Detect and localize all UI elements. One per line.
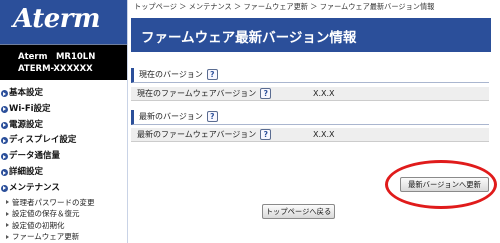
sidebar: Aterm Aterm MR10LN ATERM-XXXXXX 基本設定 Wi-…	[0, 0, 127, 243]
device-id: ATERM-XXXXXX	[18, 64, 93, 74]
main-content: トップページ ＞ メンテナンス ＞ ファームウェア更新 ＞ ファームウェア最新バ…	[127, 0, 500, 243]
menu-item-maintenance[interactable]: メンテナンス	[0, 181, 127, 197]
aterm-logo: Aterm	[13, 4, 100, 34]
circle-arrow-icon	[1, 168, 8, 176]
circle-arrow-icon	[1, 153, 8, 161]
submenu-item-factory-reset[interactable]: 設定値の初期化	[0, 220, 127, 232]
section-heading: 現在のバージョン	[139, 70, 203, 79]
menu-item-data-usage[interactable]: データ通信量	[0, 149, 127, 165]
menu-item-label: メンテナンス	[9, 182, 60, 193]
submenu-item-admin-password[interactable]: 管理者パスワードの変更	[0, 197, 127, 209]
circle-arrow-icon	[1, 90, 8, 97]
row-label: 現在のファームウェアバージョン	[137, 89, 257, 98]
section-latest-version: 最新のバージョン?	[131, 110, 489, 125]
circle-arrow-icon	[1, 105, 8, 113]
update-to-latest-button[interactable]: 最新バージョンへ更新	[400, 177, 489, 192]
page-title-bar: ファームウェア最新バージョン情報	[131, 18, 491, 52]
circle-arrow-icon	[1, 137, 8, 145]
breadcrumb: トップページ ＞ メンテナンス ＞ ファームウェア更新 ＞ ファームウェア最新バ…	[134, 2, 435, 11]
menu-item-basic-settings[interactable]: 基本設定	[0, 86, 127, 102]
menu-item-label: ディスプレイ設定	[9, 135, 77, 146]
menu-item-label: Wi-Fi設定	[9, 103, 51, 114]
menu-item-label: 詳細設定	[9, 166, 44, 177]
menu-item-wifi-settings[interactable]: Wi-Fi設定	[0, 102, 127, 118]
submenu-item-firmware-update[interactable]: ファームウェア更新	[0, 231, 127, 243]
menu-item-power-settings[interactable]: 電源設定	[0, 118, 127, 134]
latest-version-value: X.X.X	[313, 130, 335, 139]
help-icon[interactable]: ?	[206, 111, 218, 122]
logo-area: Aterm	[0, 0, 127, 44]
help-icon[interactable]: ?	[260, 129, 272, 140]
menu-item-label: 電源設定	[9, 119, 44, 130]
menu-item-label: 基本設定	[9, 88, 44, 98]
row-label: 最新のファームウェアバージョン	[137, 130, 257, 139]
help-icon[interactable]: ?	[206, 69, 218, 80]
device-model: Aterm MR10LN	[18, 52, 96, 62]
latest-version-row: 最新のファームウェアバージョン? X.X.X	[131, 128, 489, 142]
menu-item-advanced-settings[interactable]: 詳細設定	[0, 165, 127, 181]
current-version-value: X.X.X	[313, 89, 335, 98]
help-icon[interactable]: ?	[260, 88, 272, 99]
current-version-row: 現在のファームウェアバージョン? X.X.X	[131, 87, 489, 101]
back-to-top-button[interactable]: トップページへ戻る	[262, 204, 335, 219]
device-info: Aterm MR10LN ATERM-XXXXXX	[0, 44, 127, 80]
menu-item-label: データ通信量	[9, 151, 61, 162]
section-heading: 最新のバージョン	[139, 112, 203, 121]
circle-arrow-icon	[1, 184, 8, 192]
nav-menu: 基本設定 Wi-Fi設定 電源設定 ディスプレイ設定 データ通信量 詳細設定 メ…	[0, 86, 127, 243]
menu-item-display-settings[interactable]: ディスプレイ設定	[0, 133, 127, 149]
circle-arrow-icon	[1, 121, 8, 129]
section-current-version: 現在のバージョン?	[131, 68, 489, 83]
page-title: ファームウェア最新バージョン情報	[141, 30, 357, 46]
submenu-item-save-restore[interactable]: 設定値の保存＆復元	[0, 208, 127, 220]
